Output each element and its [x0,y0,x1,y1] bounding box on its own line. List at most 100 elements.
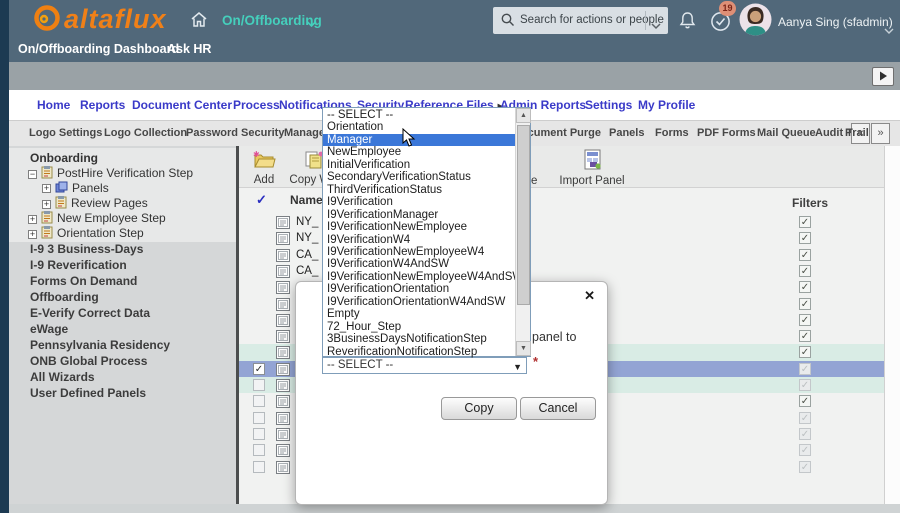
expand-icon[interactable]: + [42,199,51,209]
scroll-down-icon[interactable]: ▼ [516,341,531,356]
nav2-item-mail-queue[interactable]: Mail Queue [757,127,816,139]
dropdown-option-i9verificationnewemployeew4[interactable]: I9VerificationNewEmployeeW4 [323,246,515,258]
dropdown-option-i9verification[interactable]: I9Verification [323,196,515,208]
row-checkbox[interactable] [253,379,265,391]
sidebar-item-pennsylvania-residency[interactable]: Pennsylvania Residency [30,338,170,352]
nav-item-settings[interactable]: Settings [585,98,632,112]
sidebar-item-i-9-reverification[interactable]: I-9 Reverification [30,258,127,272]
scroll-up-icon[interactable]: ▲ [516,108,531,123]
dropdown-option-i9verificationmanager[interactable]: I9VerificationManager [323,209,515,221]
dropdown-option-newemployee[interactable]: NewEmployee [323,146,515,158]
filter-checkbox[interactable]: ✓ [799,395,811,408]
expand-icon[interactable]: + [42,184,51,194]
filter-checkbox[interactable]: ✓ [799,427,811,440]
row-checkbox[interactable] [253,411,265,424]
avatar[interactable] [739,3,772,41]
select-all-mark[interactable]: ✓ [256,192,267,208]
sidebar-item-ewage[interactable]: eWage [30,322,68,336]
filter-checkbox[interactable]: ✓ [799,330,811,343]
tree-item-review-pages[interactable]: + Review Pages [42,196,148,211]
filter-checkbox[interactable]: ✓ [799,216,811,228]
collapse-icon[interactable]: − [28,169,37,179]
tree-item-orientation-step[interactable]: + Orientation Step [28,226,144,241]
sidebar-item-forms-on-demand[interactable]: Forms On Demand [30,274,137,288]
sidebar-item-e-verify-correct-data[interactable]: E-Verify Correct Data [30,306,150,320]
notifications-bell-icon[interactable] [679,11,696,35]
user-chevron-icon[interactable] [884,22,894,40]
dropdown-option-i9verificationorientation[interactable]: I9VerificationOrientation [323,283,515,295]
nav-item-reports[interactable]: Reports [80,98,125,112]
row-checkbox[interactable]: ✓ [253,362,265,375]
dropdown-option-initialverification[interactable]: InitialVerification [323,159,515,171]
nav2-item-logo-settings[interactable]: Logo Settings [29,127,102,139]
copy-button[interactable]: Copy [441,397,517,420]
filter-checkbox[interactable]: ✓ [799,264,811,277]
close-icon[interactable]: ✕ [584,288,595,304]
target-step-select[interactable]: -- SELECT -- ▼ [322,357,527,374]
dropdown-option-thirdverificationstatus[interactable]: ThirdVerificationStatus [323,184,515,196]
home-icon[interactable] [190,11,208,33]
row-checkbox[interactable] [253,444,265,457]
dropdown-option-i9verificationw4[interactable]: I9VerificationW4 [323,234,515,246]
nav2-item-password-security[interactable]: Password Security [186,127,284,139]
search-scope-chevron-icon[interactable] [651,17,661,35]
row-checkbox[interactable] [253,427,265,440]
row-checkbox[interactable] [253,395,265,408]
filter-checkbox[interactable]: ✓ [799,313,811,326]
nav2-item-p[interactable]: P [845,127,851,139]
filter-checkbox[interactable]: ✓ [799,362,811,375]
filter-checkbox[interactable]: ✓ [799,444,811,457]
scrollbar-thumb[interactable] [517,125,530,305]
nav-item-document-center[interactable]: Document Center [132,98,232,112]
nav2-item-forms[interactable]: Forms [655,127,689,139]
dropdown-option-i9verificationnewemployeew4andsw[interactable]: I9VerificationNewEmployeeW4AndSW [323,271,515,283]
sidebar-item-onb-global-process[interactable]: ONB Global Process [30,354,147,368]
filter-checkbox[interactable]: ✓ [799,297,811,310]
dropdown-option-i9verificationorientationw4andsw[interactable]: I9VerificationOrientationW4AndSW [323,296,515,308]
expand-icon[interactable]: + [28,229,37,239]
dropdown-scrollbar[interactable]: ▲ ▼ [515,108,531,356]
nav2-item-panels[interactable]: Panels [609,127,644,139]
row-checkbox[interactable] [253,460,265,473]
user-menu[interactable]: Aanya Sing (sfadmin) [778,15,893,29]
cancel-button[interactable]: Cancel [520,397,596,420]
nav2-item-pdf-forms[interactable]: PDF Forms [697,127,756,139]
sidebar-item-i-9-3-business-days[interactable]: I-9 3 Business-Days [30,242,143,256]
sidebar-item-user-defined-panels[interactable]: User Defined Panels [30,386,146,400]
expand-panel-button[interactable] [872,67,894,86]
nav-item-process[interactable]: Process [233,98,280,112]
dropdown-option-72-hour-step[interactable]: 72_Hour_Step [323,321,515,333]
dropdown-option-orientation[interactable]: Orientation [323,121,515,133]
import-panel-button[interactable]: Import Panel [555,149,629,187]
filter-checkbox[interactable]: ✓ [799,379,811,391]
dropdown-option-empty[interactable]: Empty [323,308,515,320]
dropdown-option-reverificationnotificationstep[interactable]: ReverificationNotificationStep [323,346,515,358]
sidebar-item-offboarding[interactable]: Offboarding [30,290,99,304]
nav-item-home[interactable]: Home [37,98,70,112]
dropdown-option-manager[interactable]: Manager [323,133,515,147]
nav-page-next-button[interactable]: » [871,123,890,144]
dropdown-option-3businessdaysnotificationstep[interactable]: 3BusinessDaysNotificationStep [323,333,515,345]
expand-icon[interactable]: + [28,214,37,224]
chevron-down-icon[interactable] [306,15,317,33]
tree-item-new-employee-step[interactable]: + New Employee Step [28,211,166,226]
nav2-item-audit-trail[interactable]: Audit Trail [815,127,869,139]
filter-checkbox[interactable]: ✓ [799,232,811,245]
filter-checkbox[interactable]: ✓ [799,346,811,359]
right-scroll-gutter[interactable] [884,146,900,504]
dropdown-option-i9verificationw4andsw[interactable]: I9VerificationW4AndSW [323,258,515,270]
dropdown-option-i9verificationnewemployee[interactable]: I9VerificationNewEmployee [323,221,515,233]
dropdown-option-select[interactable]: -- SELECT -- [323,109,515,121]
tree-item-panels[interactable]: + Panels [42,181,109,196]
tab-ask-hr[interactable]: Ask HR [167,42,211,56]
search-input[interactable]: Search for actions or people [493,7,668,34]
filter-checkbox[interactable]: ✓ [799,248,811,261]
filter-checkbox[interactable]: ✓ [799,281,811,294]
nav2-item-logo-collection[interactable]: Logo Collection [104,127,187,139]
dropdown-option-secondaryverificationstatus[interactable]: SecondaryVerificationStatus [323,171,515,183]
filter-checkbox[interactable]: ✓ [799,460,811,473]
filter-checkbox[interactable]: ✓ [799,411,811,424]
nav-item-my-profile[interactable]: My Profile [638,98,695,112]
tree-item-posthire-verification-step[interactable]: − PostHire Verification Step [28,166,193,181]
tab-onoffboarding-dashboard[interactable]: On/Offboarding Dashboard [18,42,179,56]
